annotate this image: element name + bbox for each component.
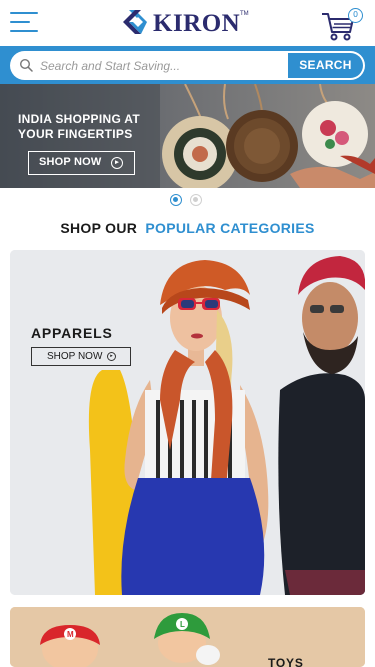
heading-prefix: SHOP OUR bbox=[60, 220, 138, 236]
category-label-apparels: APPARELS bbox=[31, 325, 113, 341]
search-box: SEARCH bbox=[10, 51, 365, 80]
apparels-shop-now-button[interactable]: SHOP NOW ▸ bbox=[31, 347, 131, 366]
hero-banner[interactable]: INDIA SHOPPING AT YOUR FINGERTIPS SHOP N… bbox=[0, 84, 375, 188]
category-card-apparels[interactable]: APPARELS SHOP NOW ▸ bbox=[10, 250, 365, 595]
brand-name: KIRON bbox=[153, 10, 241, 37]
apparels-category-image bbox=[10, 250, 365, 595]
apparels-shop-now-label: SHOP NOW bbox=[47, 351, 103, 362]
toys-category-image: M L bbox=[10, 607, 365, 667]
search-input[interactable] bbox=[38, 51, 288, 80]
search-button[interactable]: SEARCH bbox=[288, 53, 363, 78]
circle-arrow-right-icon: ▸ bbox=[107, 352, 116, 361]
heading-highlight: POPULAR CATEGORIES bbox=[145, 220, 315, 236]
category-card-toys[interactable]: M L TOYS bbox=[10, 607, 365, 667]
app-header: KIRON TM 0 bbox=[0, 0, 375, 46]
popular-categories-heading: SHOP OUR POPULAR CATEGORIES bbox=[0, 220, 375, 236]
category-label-toys: TOYS bbox=[268, 656, 304, 667]
cart-count-badge: 0 bbox=[348, 8, 363, 23]
search-icon bbox=[19, 58, 33, 72]
search-bar: SEARCH bbox=[0, 46, 375, 84]
svg-text:M: M bbox=[67, 630, 74, 639]
hero-title: INDIA SHOPPING AT YOUR FINGERTIPS bbox=[18, 112, 140, 141]
circle-arrow-right-icon: ▸ bbox=[111, 157, 123, 169]
carousel-dot-2[interactable] bbox=[190, 194, 202, 206]
carousel-dot-1[interactable] bbox=[170, 194, 182, 206]
kiron-logo-mark-icon bbox=[123, 10, 147, 34]
trademark-symbol: TM bbox=[240, 11, 249, 17]
hero-shop-now-button[interactable]: SHOP NOW ▸ bbox=[28, 151, 135, 175]
svg-text:L: L bbox=[180, 620, 185, 629]
hamburger-menu-icon[interactable] bbox=[10, 10, 40, 34]
cart-button[interactable]: 0 bbox=[320, 6, 366, 42]
hero-shop-now-label: SHOP NOW bbox=[39, 156, 102, 168]
kiron-logo[interactable]: KIRON TM bbox=[121, 8, 251, 38]
